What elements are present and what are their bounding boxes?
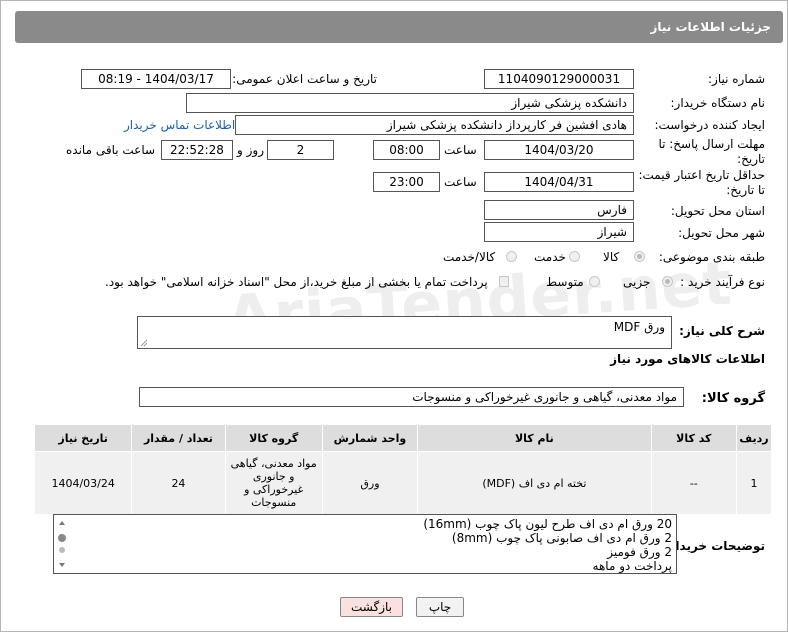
cell-qty: 24 [131, 451, 226, 515]
summary-label: شرح کلی نیاز: [679, 324, 765, 338]
notes-line: 2 ورق فومیز [607, 545, 672, 559]
title-bar: جزئیات اطلاعات نیاز [15, 11, 783, 43]
table-row: 1 -- تخته ام دی اف (MDF) ورق مواد معدنی،… [33, 451, 773, 515]
cell-group: مواد معدنی، گیاهی و جانوری غیرخوراکی و م… [224, 451, 323, 515]
summary-field: ورق MDF [137, 316, 672, 349]
cell-code: -- [650, 451, 737, 515]
items-table: ردیف کد کالا نام کالا واحد شمارش گروه کا… [33, 424, 773, 515]
col-header-date: تاریخ نیاز [33, 424, 133, 452]
category-option-goods: کالا [603, 250, 620, 264]
validity-date-field: 1404/04/31 [484, 172, 634, 192]
print-button[interactable]: چاپ [416, 597, 464, 617]
creator-label: ایجاد کننده درخواست: [654, 118, 765, 132]
purchase-radio-minor[interactable] [662, 276, 673, 287]
notes-field: 20 ورق ام دی اف طرح لیون پاک چوب (16mm) … [53, 514, 677, 574]
category-radio-service[interactable] [569, 251, 580, 262]
notes-line: 2 ورق ام دی اف صابونی پاک چوب (8mm) [451, 531, 672, 545]
buyer-org-field: دانشکده پزشکی شیراز [186, 93, 634, 113]
cell-unit: ورق [321, 451, 419, 515]
summary-value: ورق MDF [613, 320, 665, 334]
announce-field: 1404/03/17 - 08:19 [81, 69, 231, 89]
col-header-name: نام کالا [417, 424, 652, 452]
buyer-org-label: نام دستگاه خریدار: [670, 96, 766, 110]
remaining-label: ساعت باقی مانده [66, 143, 156, 157]
deadline-date-field: 1404/03/20 [484, 140, 634, 160]
purchase-option-minor: جزیی [623, 275, 651, 289]
page-title: جزئیات اطلاعات نیاز [650, 20, 771, 34]
province-field: فارس [484, 200, 634, 220]
notes-line: 20 ورق ام دی اف طرح لیون پاک چوب (16mm) [423, 517, 672, 531]
treasury-checkbox[interactable] [499, 276, 509, 287]
scroll-down-icon [59, 563, 65, 567]
scrollbar[interactable] [55, 516, 69, 572]
contact-info-link[interactable]: اطلاعات تماس خریدار [124, 118, 235, 132]
min-validity-label: حداقل تاریخ اعتبار قیمت: [638, 168, 765, 182]
city-field: شیراز [484, 222, 634, 242]
days-label: روز و [237, 143, 264, 157]
item-group-field: مواد معدنی، گیاهی و جانوری غیرخوراکی و م… [139, 387, 684, 407]
deadline-label-2: تاریخ: [737, 152, 765, 166]
creator-field: هادی افشین فر کارپرداز دانشکده پزشکی شیر… [235, 115, 634, 135]
city-label: شهر محل تحویل: [678, 226, 765, 240]
min-validity-label-2: تا تاریخ: [726, 183, 765, 197]
announce-label: تاریخ و ساعت اعلان عمومی: [232, 72, 377, 86]
items-section-title: اطلاعات کالاهای مورد نیاز [610, 352, 765, 366]
item-group-label: گروه کالا: [701, 391, 765, 406]
notes-line: پرداخت دو ماهه [592, 559, 672, 573]
category-option-both: کالا/خدمت [443, 250, 496, 264]
deadline-label: مهلت ارسال پاسخ: تا [658, 137, 765, 151]
category-radio-goods[interactable] [634, 251, 645, 262]
cell-row: 1 [735, 451, 773, 515]
page-frame: جزئیات اطلاعات نیاز AriaTender.net شماره… [0, 0, 788, 632]
col-header-unit: واحد شمارش [321, 424, 419, 452]
col-header-qty: تعداد / مقدار [131, 424, 226, 452]
category-label: طبقه بندی موضوعی: [658, 250, 765, 264]
purchase-type-label: نوع فرآیند خرید : [680, 275, 765, 289]
cell-name: تخته ام دی اف (MDF) [417, 451, 652, 515]
days-field: 2 [267, 140, 334, 160]
scroll-thumb [58, 534, 66, 542]
resize-grip-icon[interactable] [140, 339, 148, 347]
back-button[interactable]: بازگشت [340, 597, 403, 617]
remaining-time-field: 22:52:28 [161, 140, 233, 160]
scroll-up-icon [59, 521, 65, 525]
col-header-group: گروه کالا [224, 424, 323, 452]
need-number-field: 1104090129000031 [484, 69, 634, 89]
deadline-time-field: 08:00 [373, 140, 440, 160]
col-header-row: ردیف [735, 424, 773, 452]
payment-note: پرداخت تمام یا بخشی از مبلغ خرید،از محل … [105, 275, 488, 289]
validity-time-label: ساعت [444, 175, 477, 189]
purchase-radio-medium[interactable] [589, 276, 600, 287]
validity-time-field: 23:00 [373, 172, 440, 192]
category-option-service: خدمت [534, 250, 566, 264]
notes-label: توضیحات خریدار: [663, 539, 765, 553]
table-header-row: ردیف کد کالا نام کالا واحد شمارش گروه کا… [33, 424, 773, 452]
province-label: استان محل تحویل: [670, 204, 765, 218]
purchase-option-medium: متوسط [546, 275, 584, 289]
cell-date: 1404/03/24 [33, 451, 133, 515]
deadline-time-label: ساعت [444, 143, 477, 157]
need-number-label: شماره نیاز: [708, 72, 765, 86]
category-radio-both[interactable] [506, 251, 517, 262]
col-header-code: کد کالا [650, 424, 737, 452]
